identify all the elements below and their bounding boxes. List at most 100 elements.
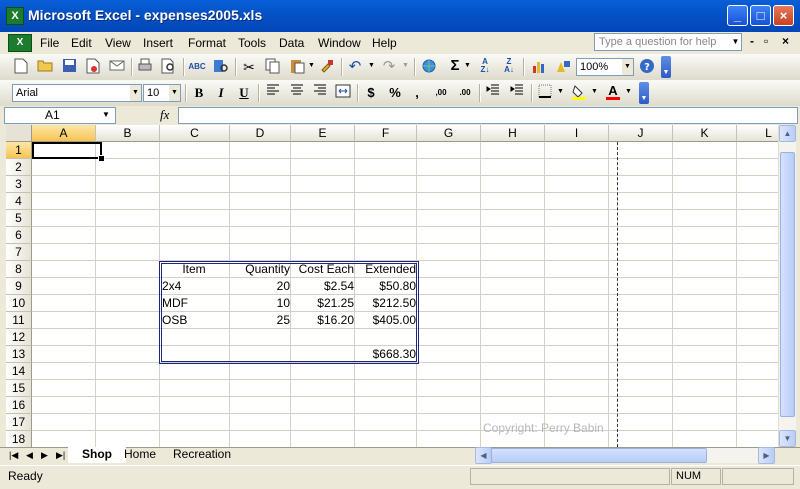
percent-button[interactable]: %	[386, 84, 404, 102]
column-header-F[interactable]: F	[355, 125, 417, 142]
next-sheet-icon[interactable]: ▶	[41, 450, 48, 461]
row-header-6[interactable]: 6	[6, 227, 32, 244]
drawing-icon[interactable]	[554, 58, 572, 76]
horizontal-scroll-thumb[interactable]	[491, 448, 707, 463]
bold-button[interactable]: B	[190, 84, 208, 102]
font-size-dropdown-icon[interactable]: ▼	[169, 85, 180, 101]
column-header-K[interactable]: K	[673, 125, 737, 142]
row-header-2[interactable]: 2	[6, 159, 32, 176]
underline-button[interactable]: U	[235, 84, 253, 102]
column-header-H[interactable]: H	[481, 125, 545, 142]
row-header-8[interactable]: 8	[6, 261, 32, 278]
zoom-dropdown-icon[interactable]: ▼	[622, 59, 633, 75]
permission-icon[interactable]	[84, 58, 102, 76]
undo-dropdown-icon[interactable]: ▼	[368, 62, 375, 69]
row-header-14[interactable]: 14	[6, 363, 32, 380]
name-box[interactable]: A1	[4, 107, 116, 124]
menu-edit[interactable]: Edit	[71, 36, 92, 50]
row-header-18[interactable]: 18	[6, 431, 32, 447]
doc-close-button[interactable]: ×	[782, 34, 789, 48]
font-name-select[interactable]: Arial ▼	[12, 84, 142, 102]
copy-icon[interactable]	[264, 58, 282, 76]
decrease-indent-icon[interactable]	[484, 84, 502, 102]
minimize-button[interactable]: _	[727, 5, 748, 26]
increase-indent-icon[interactable]	[508, 84, 526, 102]
undo-icon[interactable]: ↶	[346, 58, 364, 76]
row-header-17[interactable]: 17	[6, 414, 32, 431]
column-header-I[interactable]: I	[545, 125, 609, 142]
paste-options-dropdown-icon[interactable]: ▼	[308, 62, 315, 69]
column-header-E[interactable]: E	[291, 125, 355, 142]
active-cell-A1[interactable]	[32, 142, 102, 159]
print-preview-icon[interactable]	[160, 58, 178, 76]
increase-decimal-button[interactable]: ,00	[430, 84, 452, 102]
email-icon[interactable]	[108, 58, 126, 76]
column-header-L[interactable]: L	[737, 125, 778, 142]
fill-handle[interactable]	[98, 155, 105, 162]
vertical-scrollbar[interactable]: ▲ ▼	[778, 125, 796, 447]
row-header-1[interactable]: 1	[6, 142, 32, 159]
doc-minimize-button[interactable]: -	[750, 34, 754, 48]
row-header-15[interactable]: 15	[6, 380, 32, 397]
close-button[interactable]: ×	[773, 5, 794, 26]
doc-restore-button[interactable]: ▫	[764, 34, 768, 48]
sort-ascending-icon[interactable]: A Z↓	[476, 58, 494, 76]
row-header-11[interactable]: 11	[6, 312, 32, 329]
fill-color-dropdown-icon[interactable]: ▼	[591, 88, 598, 95]
last-sheet-icon[interactable]: ▶|	[56, 450, 65, 461]
document-icon[interactable]: X	[8, 34, 32, 52]
column-header-B[interactable]: B	[96, 125, 160, 142]
menu-help[interactable]: Help	[372, 36, 397, 50]
row-header-7[interactable]: 7	[6, 244, 32, 261]
first-sheet-icon[interactable]: |◀	[9, 450, 18, 461]
name-box-dropdown-icon[interactable]: ▼	[102, 110, 110, 119]
previous-sheet-icon[interactable]: ◀	[26, 450, 33, 461]
scroll-up-icon[interactable]: ▲	[779, 125, 796, 142]
cut-icon[interactable]: ✂	[240, 58, 258, 76]
column-header-D[interactable]: D	[230, 125, 291, 142]
zoom-select[interactable]: 100% ▼	[576, 58, 634, 76]
row-header-16[interactable]: 16	[6, 397, 32, 414]
row-header-9[interactable]: 9	[6, 278, 32, 295]
scroll-left-icon[interactable]: ◀	[475, 447, 492, 464]
column-header-C[interactable]: C	[160, 125, 230, 142]
autosum-dropdown-icon[interactable]: ▼	[464, 62, 471, 69]
currency-button[interactable]: $	[362, 84, 380, 102]
scroll-down-icon[interactable]: ▼	[779, 430, 796, 447]
worksheet-grid[interactable]: ABCDEFGHIJKL 1 2 3 4 5 6 7 8 9 10 11 12 13 14 15 16 17 18…	[6, 125, 778, 447]
menu-tools[interactable]: Tools	[238, 36, 266, 50]
align-center-icon[interactable]	[288, 84, 306, 102]
column-header-A[interactable]: A	[32, 125, 96, 142]
toolbar-options-icon[interactable]: ▼	[661, 56, 671, 78]
column-header-G[interactable]: G	[417, 125, 481, 142]
borders-icon[interactable]	[536, 84, 554, 102]
vertical-scroll-thumb[interactable]	[780, 152, 795, 417]
excel-app-icon[interactable]: X	[6, 7, 24, 25]
select-all-button[interactable]	[6, 125, 32, 142]
scroll-right-icon[interactable]: ▶	[758, 447, 775, 464]
row-header-12[interactable]: 12	[6, 329, 32, 346]
formula-input[interactable]	[178, 107, 798, 124]
menu-window[interactable]: Window	[318, 36, 361, 50]
redo-icon[interactable]: ↷	[380, 58, 398, 76]
row-header-10[interactable]: 10	[6, 295, 32, 312]
align-left-icon[interactable]	[264, 84, 282, 102]
autosum-icon[interactable]: Σ	[446, 57, 464, 75]
open-folder-icon[interactable]	[36, 58, 54, 76]
align-right-icon[interactable]	[311, 84, 329, 102]
merge-center-icon[interactable]	[334, 84, 352, 102]
insert-function-icon[interactable]: fx	[160, 107, 169, 123]
new-document-icon[interactable]	[12, 58, 30, 76]
comma-style-button[interactable]: ,	[408, 84, 426, 102]
save-icon[interactable]	[60, 58, 78, 76]
toolbar-options-icon[interactable]: ▼	[639, 82, 649, 104]
menu-insert[interactable]: Insert	[143, 36, 173, 50]
paste-icon[interactable]	[288, 58, 306, 76]
decrease-decimal-button[interactable]: .00	[454, 84, 476, 102]
help-icon[interactable]: ?	[638, 58, 656, 76]
menu-format[interactable]: Format	[188, 36, 226, 50]
sort-descending-icon[interactable]: Z A↓	[500, 58, 518, 76]
italic-button[interactable]: I	[212, 84, 230, 102]
spelling-icon[interactable]: ABC	[188, 58, 206, 76]
print-icon[interactable]	[136, 58, 154, 76]
